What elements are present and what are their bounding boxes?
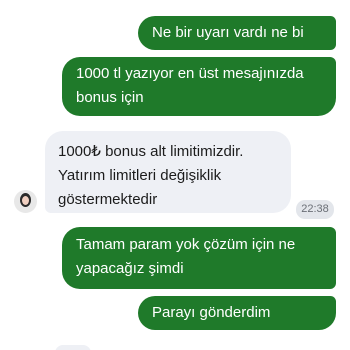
partial-incoming-bubble	[55, 345, 91, 350]
agent-avatar[interactable]	[14, 190, 37, 213]
avatar-face-shape	[22, 196, 29, 205]
outgoing-message-bubble[interactable]: Parayı gönderdim sonuçta	[138, 296, 336, 345]
incoming-message-bubble[interactable]: 1000₺ bonus alt limitimizdir. Yatırım li…	[45, 131, 291, 213]
chat-thread: Ne bir uyarı vardı ne bi şey 1000 tl yaz…	[0, 0, 350, 350]
outgoing-message-bubble[interactable]: 1000 tl yazıyor en üst mesajınızda bonus…	[62, 57, 336, 116]
outgoing-message-bubble[interactable]: Tamam param yok çözüm için ne yapacağız …	[62, 227, 336, 289]
message-timestamp: 22:38	[296, 200, 334, 219]
outgoing-message-bubble[interactable]: Ne bir uyarı vardı ne bi şey	[138, 16, 336, 65]
